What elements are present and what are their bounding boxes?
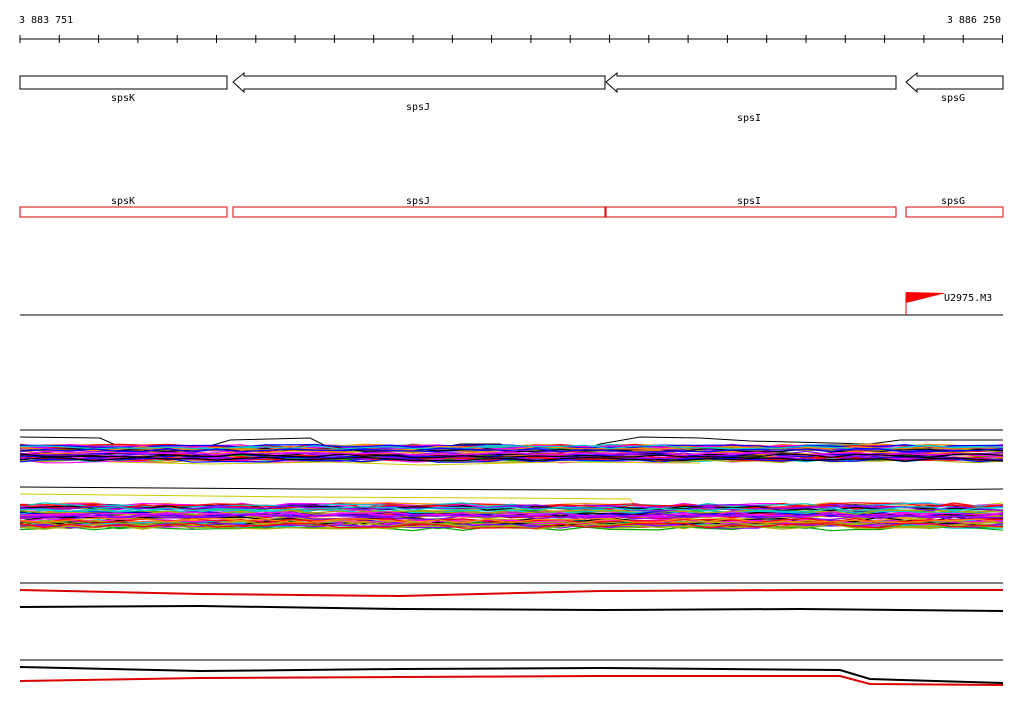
expression-profile-line (19, 589, 1003, 598)
transcript-label-spsJ: spsJ (406, 196, 430, 207)
genome-browser-view: 3 883 751 3 886 250 spsK spsJ spsI spsG … (19, 15, 1004, 686)
gene-label-spsI: spsI (737, 113, 761, 124)
start-coordinate-label: 3 883 751 (19, 15, 73, 26)
transcript-box-spsG[interactable] (905, 206, 1004, 218)
transcript-box-spsK[interactable] (19, 206, 228, 218)
expression-profile-line (19, 604, 1004, 612)
transcript-box-spsJ[interactable] (232, 206, 606, 218)
gene-label-spsK: spsK (111, 93, 135, 104)
gene-arrow-spsI[interactable] (605, 71, 897, 94)
transcript-track: spsK spsJ spsI spsG (19, 196, 1004, 218)
transcript-label-spsI: spsI (737, 196, 761, 207)
expression-profile-line (19, 675, 1004, 686)
gene-arrow-spsJ[interactable] (232, 71, 606, 94)
expression-group-1 (19, 436, 1004, 466)
transcript-label-spsK: spsK (111, 196, 135, 207)
expression-group-4 (19, 666, 1004, 686)
transcript-box-spsI[interactable] (605, 206, 897, 218)
gene-label-spsJ: spsJ (406, 102, 430, 113)
expression-profiles (19, 429, 1004, 686)
transcript-label-spsG: spsG (941, 196, 965, 207)
expression-profile-line (19, 486, 1004, 491)
end-coordinate-label: 3 886 250 (947, 15, 1001, 26)
promoter-flag-icon[interactable] (906, 292, 946, 303)
expression-group-3 (19, 589, 1004, 612)
gene-track: spsK spsJ spsI spsG (19, 71, 1004, 124)
promoter-label: U2975.M3 (944, 293, 992, 304)
gene-arrow-spsK[interactable] (19, 75, 228, 90)
expression-group-2 (19, 486, 1004, 532)
gene-arrow-spsG[interactable] (905, 71, 1004, 94)
gene-label-spsG: spsG (941, 93, 965, 104)
promoter-track: U2975.M3 (20, 292, 1003, 316)
coordinate-ruler: 3 883 751 3 886 250 (19, 15, 1003, 43)
